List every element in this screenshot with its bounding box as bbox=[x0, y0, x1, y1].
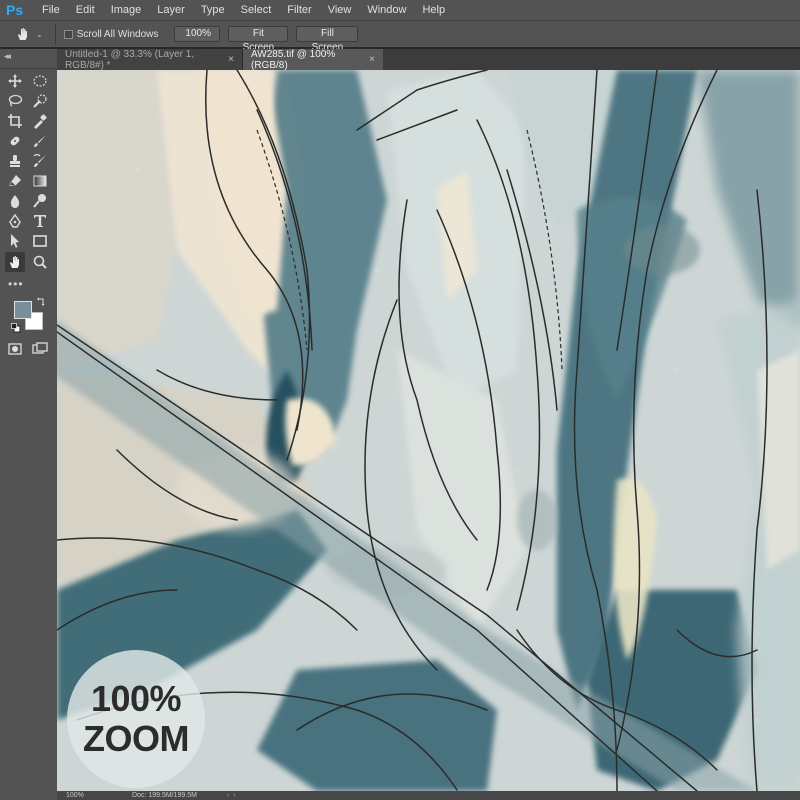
fill-screen-button[interactable]: Fill Screen bbox=[296, 26, 359, 53]
tool-preset-chevron-icon[interactable]: ⌄ bbox=[36, 30, 43, 39]
blur-icon[interactable] bbox=[5, 191, 25, 211]
menu-layer[interactable]: Layer bbox=[149, 0, 193, 20]
path-select-icon[interactable] bbox=[5, 231, 25, 251]
pen-icon[interactable] bbox=[5, 211, 25, 231]
toolbox: ••• bbox=[0, 69, 57, 800]
eyedropper-icon[interactable] bbox=[30, 111, 50, 131]
menu-help[interactable]: Help bbox=[414, 0, 453, 20]
menu-type[interactable]: Type bbox=[193, 0, 233, 20]
tab-untitled-1[interactable]: Untitled-1 @ 33.3% (Layer 1, RGB/8#) * × bbox=[57, 48, 243, 71]
ellipse-marquee-icon[interactable] bbox=[30, 71, 50, 91]
close-icon[interactable]: × bbox=[369, 54, 375, 65]
foreground-color-swatch[interactable] bbox=[14, 301, 32, 319]
dodge-icon[interactable] bbox=[30, 191, 50, 211]
status-zoom-level[interactable]: 100% bbox=[66, 792, 126, 799]
badge-zoom-label: ZOOM bbox=[83, 718, 189, 759]
close-icon[interactable]: × bbox=[228, 54, 234, 65]
tab-label: AW285.tif @ 100% (RGB/8) bbox=[251, 48, 336, 71]
status-doc-size: Doc: 199.5M/199.5M bbox=[132, 792, 197, 799]
hand-icon[interactable] bbox=[5, 252, 25, 272]
zoom-icon[interactable] bbox=[30, 252, 50, 272]
menu-bar: Ps File Edit Image Layer Type Select Fil… bbox=[0, 0, 800, 20]
gradient-icon[interactable] bbox=[30, 171, 50, 191]
toolbox-header: ◂◂ bbox=[0, 49, 57, 69]
checkbox-label: Scroll All Windows bbox=[76, 28, 159, 40]
tab-aw285[interactable]: AW285.tif @ 100% (RGB/8) × bbox=[243, 48, 383, 71]
clone-stamp-icon[interactable] bbox=[5, 151, 25, 171]
zoom-100-button[interactable]: 100% bbox=[174, 26, 221, 42]
status-bar: 100% Doc: 199.5M/199.5M › ‹ bbox=[57, 791, 800, 800]
rectangle-icon[interactable] bbox=[30, 231, 50, 251]
collapse-icon[interactable]: ◂◂ bbox=[4, 51, 11, 62]
screen-mode-icon[interactable] bbox=[30, 339, 50, 359]
menu-filter[interactable]: Filter bbox=[279, 0, 319, 20]
menu-file[interactable]: File bbox=[34, 0, 68, 20]
scroll-all-windows-checkbox[interactable]: Scroll All Windows bbox=[63, 28, 159, 40]
menu-window[interactable]: Window bbox=[359, 0, 414, 20]
crop-icon[interactable] bbox=[5, 111, 25, 131]
menu-select[interactable]: Select bbox=[233, 0, 280, 20]
lasso-icon[interactable] bbox=[5, 91, 25, 111]
quick-select-icon[interactable] bbox=[30, 91, 50, 111]
fit-screen-button[interactable]: Fit Screen bbox=[228, 26, 289, 53]
menu-image[interactable]: Image bbox=[103, 0, 150, 20]
status-menu-chevron-icon[interactable]: › bbox=[227, 792, 229, 799]
hand-icon[interactable] bbox=[12, 23, 34, 45]
tab-label: Untitled-1 @ 33.3% (Layer 1, RGB/8#) * bbox=[65, 48, 195, 71]
type-icon[interactable] bbox=[30, 211, 50, 231]
menu-edit[interactable]: Edit bbox=[68, 0, 103, 20]
default-colors-icon[interactable] bbox=[11, 323, 21, 333]
photoshop-logo: Ps bbox=[6, 2, 24, 18]
move-icon[interactable] bbox=[5, 71, 25, 91]
scroll-left-icon[interactable]: ‹ bbox=[233, 792, 235, 799]
healing-brush-icon[interactable] bbox=[5, 131, 25, 151]
checkbox-box[interactable] bbox=[63, 29, 73, 39]
history-brush-icon[interactable] bbox=[30, 151, 50, 171]
document-tab-bar: Untitled-1 @ 33.3% (Layer 1, RGB/8#) * ×… bbox=[57, 48, 800, 71]
eraser-icon[interactable] bbox=[5, 171, 25, 191]
swap-colors-icon[interactable] bbox=[36, 297, 46, 307]
brush-icon[interactable] bbox=[30, 131, 50, 151]
divider bbox=[54, 24, 56, 44]
quick-mask-icon[interactable] bbox=[5, 339, 25, 359]
more-tools-icon[interactable]: ••• bbox=[8, 277, 24, 291]
zoom-badge: 100% ZOOM bbox=[67, 650, 205, 788]
options-bar: ⌄ Scroll All Windows 100% Fit Screen Fil… bbox=[0, 20, 800, 53]
badge-zoom-value: 100% bbox=[90, 678, 182, 719]
menu-view[interactable]: View bbox=[320, 0, 360, 20]
